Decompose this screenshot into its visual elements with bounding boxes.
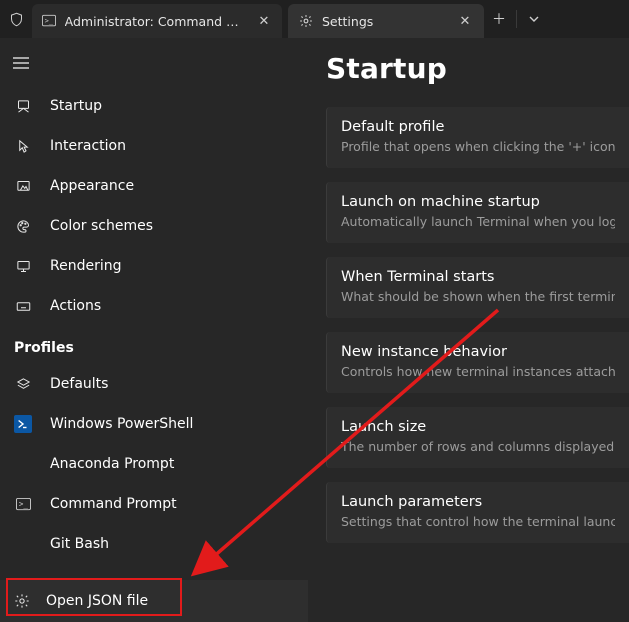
cmd-icon: >_	[14, 495, 32, 513]
gear-icon	[298, 13, 314, 29]
cmd-icon: >_	[42, 13, 57, 29]
sidebar-item-label: Rendering	[50, 258, 122, 274]
settings-cards: Default profile Profile that opens when …	[326, 107, 629, 543]
close-icon[interactable]: ✕	[454, 14, 476, 29]
new-tab-button[interactable]: ＋	[484, 0, 514, 38]
sidebar-profile-defaults[interactable]: Defaults	[0, 364, 308, 404]
sidebar-item-color-schemes[interactable]: Color schemes	[0, 206, 308, 246]
sidebar-item-label: Command Prompt	[50, 496, 177, 512]
blank-icon	[14, 535, 32, 553]
card-subtitle: What should be shown when the first term…	[341, 289, 615, 304]
card-title: New instance behavior	[341, 344, 615, 360]
sidebar-item-label: Interaction	[50, 138, 126, 154]
card-when-terminal-starts[interactable]: When Terminal starts What should be show…	[326, 257, 629, 318]
sidebar-item-startup[interactable]: Startup	[0, 86, 308, 126]
sidebar-profile-anaconda[interactable]: Anaconda Prompt	[0, 444, 308, 484]
card-subtitle: Controls how new terminal instances atta…	[341, 364, 615, 379]
sidebar-item-label: Windows PowerShell	[50, 416, 193, 432]
card-new-instance-behavior[interactable]: New instance behavior Controls how new t…	[326, 332, 629, 393]
sidebar-item-appearance[interactable]: Appearance	[0, 166, 308, 206]
shield-icon	[0, 0, 32, 38]
close-icon[interactable]: ✕	[254, 14, 274, 29]
sidebar-item-interaction[interactable]: Interaction	[0, 126, 308, 166]
card-title: When Terminal starts	[341, 269, 615, 285]
card-subtitle: Profile that opens when clicking the '+'…	[341, 139, 615, 154]
divider	[516, 10, 517, 28]
svg-text:>_: >_	[45, 17, 54, 25]
svg-text:>_: >_	[18, 499, 28, 508]
sidebar-profile-powershell[interactable]: Windows PowerShell	[0, 404, 308, 444]
stack-icon	[14, 375, 32, 393]
content-pane: Startup Default profile Profile that ope…	[308, 38, 629, 622]
open-json-label: Open JSON file	[46, 593, 148, 609]
card-title: Launch parameters	[341, 494, 615, 510]
sidebar-item-label: Appearance	[50, 178, 134, 194]
card-launch-parameters[interactable]: Launch parameters Settings that control …	[326, 482, 629, 543]
card-launch-on-startup[interactable]: Launch on machine startup Automatically …	[326, 182, 629, 243]
blank-icon	[14, 455, 32, 473]
sidebar-item-actions[interactable]: Actions	[0, 286, 308, 326]
tab-title: Administrator: Command Prom	[65, 14, 242, 29]
card-default-profile[interactable]: Default profile Profile that opens when …	[326, 107, 629, 168]
sidebar-item-label: Actions	[50, 298, 101, 314]
tab-dropdown-button[interactable]	[519, 0, 549, 38]
sidebar-item-rendering[interactable]: Rendering	[0, 246, 308, 286]
launch-icon	[14, 97, 32, 115]
monitor-icon	[14, 257, 32, 275]
card-subtitle: Settings that control how the terminal l…	[341, 514, 615, 529]
sidebar-profile-git-bash[interactable]: Git Bash	[0, 524, 308, 564]
hamburger-button[interactable]	[0, 44, 42, 82]
sidebar-item-label: Defaults	[50, 376, 108, 392]
open-json-file-button[interactable]: Open JSON file	[0, 580, 308, 622]
card-title: Default profile	[341, 119, 615, 135]
tab-settings[interactable]: Settings ✕	[288, 4, 484, 38]
card-title: Launch on machine startup	[341, 194, 615, 210]
card-title: Launch size	[341, 419, 615, 435]
sidebar: Startup Interaction Appearance Color sch…	[0, 38, 308, 622]
powershell-icon	[14, 415, 32, 433]
appearance-icon	[14, 177, 32, 195]
sidebar-item-label: Git Bash	[50, 536, 109, 552]
palette-icon	[14, 217, 32, 235]
card-launch-size[interactable]: Launch size The number of rows and colum…	[326, 407, 629, 468]
card-subtitle: The number of rows and columns displayed…	[341, 439, 615, 454]
sidebar-item-label: Anaconda Prompt	[50, 456, 174, 472]
page-title: Startup	[326, 52, 629, 85]
sidebar-profile-command-prompt[interactable]: >_ Command Prompt	[0, 484, 308, 524]
sidebar-item-label: Color schemes	[50, 218, 153, 234]
tab-title: Settings	[322, 14, 442, 29]
gear-icon	[14, 593, 30, 609]
cursor-icon	[14, 137, 32, 155]
sidebar-item-label: Startup	[50, 98, 102, 114]
title-bar: >_ Administrator: Command Prom ✕ Setting…	[0, 0, 629, 38]
tab-command-prompt[interactable]: >_ Administrator: Command Prom ✕	[32, 4, 282, 38]
card-subtitle: Automatically launch Terminal when you l…	[341, 214, 615, 229]
profiles-header: Profiles	[0, 326, 308, 364]
keyboard-icon	[14, 297, 32, 315]
